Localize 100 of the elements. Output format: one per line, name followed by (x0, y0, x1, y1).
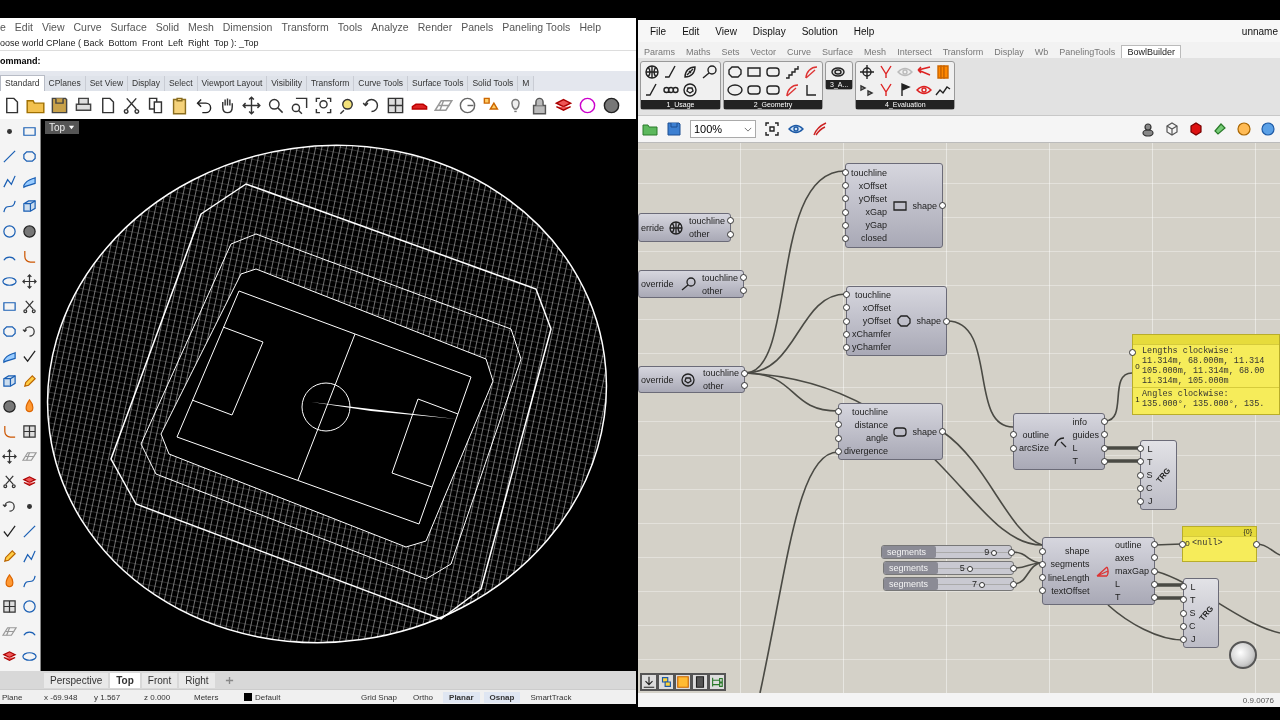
component-tab[interactable]: Intersect (897, 46, 932, 58)
item-index: 0 (1184, 538, 1191, 548)
toolbar-tab[interactable]: Curve Tools (354, 76, 409, 91)
menu-item[interactable]: Render (417, 21, 453, 33)
component-tab[interactable]: Display (994, 46, 1024, 58)
view-tab[interactable]: Perspective (44, 672, 109, 688)
output-label: guides (1072, 429, 1099, 440)
component-tab[interactable]: Curve (787, 46, 812, 58)
status-toggle[interactable]: Ortho (407, 691, 440, 703)
toolbar-tab[interactable]: Visibility (267, 76, 307, 91)
output-label: shape (912, 200, 937, 211)
component-node[interactable]: shape segments lineLength textOffset outline axes maxGap L T (1042, 537, 1155, 605)
output-label: L (1072, 443, 1078, 454)
slider-value: 7 (971, 579, 977, 589)
menu-item[interactable]: Edit (682, 25, 700, 37)
menu-item[interactable]: View (715, 25, 737, 37)
menu-item[interactable]: Curve (73, 21, 102, 33)
toolbar-tab[interactable]: Standard (0, 75, 45, 91)
component-tab[interactable]: PanelingTools (1059, 46, 1116, 58)
menu-item[interactable]: Analyze (371, 21, 409, 33)
layer-name[interactable]: Default (252, 692, 355, 702)
slider-track[interactable]: 5 (938, 562, 1010, 574)
status-toggle[interactable]: SmartTrack (524, 691, 578, 703)
toolbar-tab[interactable]: Select (164, 76, 198, 91)
component-tab[interactable]: Wb (1034, 46, 1049, 58)
input-label: yOffset (862, 316, 891, 326)
parameter-node[interactable]: erride touchline other (638, 213, 731, 242)
toolbar-tab[interactable]: Solid Tools (468, 76, 519, 91)
component-tab[interactable]: BowlBuilder (1121, 45, 1181, 58)
component-tab[interactable]: Transform (942, 46, 984, 58)
menu-item[interactable]: Mesh (188, 21, 214, 33)
component-node[interactable]: outline arcSize info guides L T (1013, 413, 1105, 470)
menu-item[interactable]: Tools (337, 21, 363, 33)
output-label: touchline (688, 215, 725, 226)
output-label: other (702, 380, 724, 391)
toolbar-tab[interactable]: CPlanes (44, 76, 86, 91)
view-tab[interactable]: Front (141, 672, 178, 688)
toolbar-tab[interactable]: Display (128, 76, 165, 91)
input-label: divergence (844, 446, 889, 457)
component-tab[interactable]: Maths (686, 46, 711, 58)
version-label: 0.9.0076 (1242, 695, 1274, 705)
panel-text-line: Angles clockwise: (1142, 389, 1230, 399)
component-tab[interactable]: Params (644, 46, 675, 58)
component-node[interactable]: touchline xOffset yOffset xChamfer yChamfer shape (846, 286, 947, 356)
input-label: distance (854, 419, 889, 430)
panel-text-line: 11.314m, 68.000m, 11.314 (1142, 356, 1265, 366)
input-label: S (1146, 470, 1153, 480)
units-label[interactable]: Meters (194, 692, 244, 702)
status-toggle[interactable]: Osnap (483, 691, 521, 703)
status-toggle[interactable]: Planar (443, 691, 480, 703)
menu-item[interactable]: Solution (801, 25, 838, 37)
component-tab[interactable]: Mesh (864, 46, 887, 58)
menu-item[interactable]: Paneling Tools (502, 21, 571, 33)
panel-text-line: 11.314m, 105.000m (1142, 376, 1230, 386)
parameter-node[interactable]: override touchline other (638, 270, 744, 298)
component-tab[interactable]: Surface (822, 46, 854, 58)
menu-item[interactable]: Help (579, 21, 601, 33)
slider-track[interactable]: 7 (938, 578, 1010, 590)
menu-item[interactable]: Surface (110, 21, 147, 33)
toolbar-tab[interactable]: Set View (85, 76, 129, 91)
component-tab[interactable]: Vector (750, 46, 777, 58)
input-label: closed (861, 233, 888, 244)
status-toggle[interactable]: Grid Snap (355, 691, 404, 703)
menu-item[interactable]: Solid (155, 21, 180, 33)
component-tab[interactable]: Sets (721, 46, 740, 58)
toolbar-tab[interactable]: Transform (306, 76, 355, 91)
toolbar-tab[interactable]: M (518, 76, 535, 91)
command-prompt[interactable]: ommand: (0, 56, 41, 66)
menu-item[interactable]: File (650, 25, 667, 37)
x-coordinate: x -69.948 (44, 692, 79, 702)
parameter-node[interactable]: override touchline other (638, 366, 745, 393)
input-label: L (1190, 581, 1196, 592)
menu-item[interactable]: Edit (14, 21, 33, 33)
menu-item[interactable]: Help (853, 25, 875, 37)
number-slider[interactable]: segments 9 (881, 545, 1012, 559)
menu-item[interactable]: Transform (281, 21, 329, 33)
output-label: other (688, 229, 710, 240)
menu-item[interactable]: Panels (461, 21, 494, 33)
zoom-dropdown[interactable]: 100% (690, 120, 756, 138)
input-label: xChamfer (852, 329, 891, 340)
viewport-label-button[interactable]: Top (45, 121, 80, 134)
document-title: unname (1241, 25, 1279, 37)
output-label: other (701, 285, 723, 296)
toolbar-tab[interactable]: Viewport Layout (197, 76, 268, 91)
component-node[interactable]: touchline xOffset yOffset xGap yGap closed shape (845, 163, 943, 248)
item-index: 0 (1134, 361, 1141, 371)
menu-item[interactable]: View (41, 21, 65, 33)
number-slider[interactable]: segments 5 (883, 561, 1014, 575)
menu-item[interactable]: Display (752, 25, 786, 37)
panel-text-line: 135.000°, 135.000°, 135. (1142, 399, 1265, 409)
output-label: shape (912, 426, 937, 437)
menu-item[interactable]: Dimension (222, 21, 273, 33)
menu-item[interactable]: e (0, 21, 6, 33)
toolbar-tab[interactable]: Surface Tools (408, 76, 469, 91)
number-slider[interactable]: segments 7 (883, 577, 1014, 591)
view-tab[interactable]: Top (110, 672, 140, 688)
component-node[interactable]: touchline distance angle divergence shape (838, 403, 943, 460)
view-tab[interactable]: Right (179, 672, 215, 688)
slider-track[interactable]: 9 (936, 546, 1008, 558)
cplane-label[interactable]: Plane (0, 692, 44, 702)
